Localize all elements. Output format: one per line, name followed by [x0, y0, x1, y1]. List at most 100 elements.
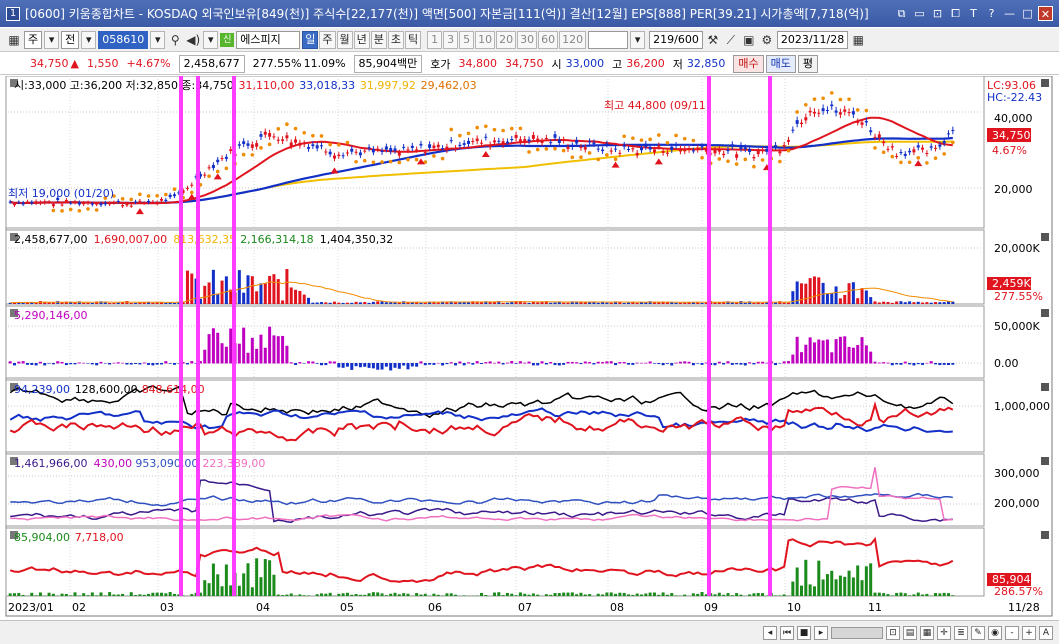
period-tab-1[interactable]: 주 — [319, 30, 336, 49]
dropdown-arrow-icon[interactable]: ▾ — [81, 30, 97, 49]
count-field[interactable]: 219/600 — [649, 30, 703, 49]
zoom-in-button[interactable]: + — [1022, 625, 1036, 640]
link-icon[interactable]: ⧉ — [894, 6, 909, 21]
maximize-icon[interactable]: □ — [1020, 6, 1035, 21]
oscillator-bar — [307, 361, 311, 364]
window-title: [0600] 키움종합차트 - KOSDAQ 외국인보유[849(천)] 주식수… — [25, 7, 869, 21]
trend-icon[interactable]: ⟋ — [723, 31, 739, 49]
amount-bar — [903, 593, 907, 596]
period-select[interactable]: 주 — [24, 30, 43, 49]
panel-close-icon[interactable] — [1041, 233, 1049, 241]
candle-body — [570, 145, 574, 147]
first-icon[interactable]: ⏮ — [780, 625, 794, 640]
chart-svg[interactable]: 2023/01 02 03 04 05 06 07 08 09 10 11 11/28 시:33,000… — [0, 76, 1059, 620]
stock-code-input[interactable]: 058610 — [98, 30, 149, 49]
sar-dot — [276, 127, 281, 131]
crosshair-icon[interactable]: ✛ — [937, 625, 951, 640]
font-T-icon[interactable]: T — [966, 6, 981, 21]
dropdown-arrow-icon[interactable]: ▾ — [203, 30, 219, 49]
candle-body — [735, 154, 739, 158]
oscillator-bar — [657, 363, 661, 365]
grid-icon[interactable]: ▦ — [920, 625, 934, 640]
amount-bar — [12, 593, 16, 596]
period-tab-0[interactable]: 일 — [302, 30, 319, 49]
panel-close-icon[interactable] — [1041, 383, 1049, 391]
tools-icon[interactable]: ⚒ — [705, 31, 721, 49]
panel-close-icon[interactable] — [1041, 309, 1049, 317]
sar-dot — [899, 160, 903, 165]
lock-icon[interactable]: ⊡ — [930, 6, 945, 21]
layout-icon[interactable]: ▤ — [903, 625, 917, 640]
dropdown-arrow-icon[interactable]: ▾ — [630, 30, 646, 49]
volume-bar — [834, 286, 838, 304]
flat-button[interactable]: 평 — [797, 54, 819, 73]
sell-button[interactable]: 매도 — [765, 54, 796, 73]
period-tab-5[interactable]: 초 — [387, 30, 404, 49]
camera-icon[interactable]: ◉ — [988, 625, 1002, 640]
restore-icon[interactable]: ⧠ — [948, 6, 963, 21]
interval-button-5[interactable]: 5 — [459, 30, 475, 49]
window-number-icon[interactable]: 1 — [6, 6, 20, 21]
buy-button[interactable]: 매수 — [733, 54, 764, 73]
candle-body — [320, 145, 324, 147]
frame-icon[interactable]: ▭ — [912, 6, 927, 21]
candle-body — [605, 143, 609, 145]
panel-close-icon[interactable] — [1041, 79, 1049, 87]
panel-close-icon[interactable] — [1041, 457, 1049, 465]
period-tab-3[interactable]: 년 — [353, 30, 370, 49]
period-tab-2[interactable]: 월 — [336, 30, 353, 49]
zoom-icon[interactable]: ⊡ — [886, 625, 900, 640]
auto-scale-button[interactable]: A — [1039, 625, 1053, 640]
save-icon[interactable]: ▣ — [741, 31, 757, 49]
date-field[interactable]: 2023/11/28 — [776, 30, 849, 49]
chart-area[interactable]: 2023/01 02 03 04 05 06 07 08 09 10 11 11/28 시:33,000… — [0, 76, 1059, 620]
oscillator-bar — [570, 361, 574, 364]
candle-body — [501, 141, 505, 145]
oscillator-bar — [134, 363, 138, 365]
tool-icon[interactable]: ✎ — [971, 625, 985, 640]
interval-button-3[interactable]: 3 — [443, 30, 459, 49]
amount-bar — [190, 594, 194, 596]
stop-icon[interactable]: ■ — [797, 625, 811, 640]
period-tab-4[interactable]: 분 — [370, 30, 387, 49]
period-tab-6[interactable]: 틱 — [405, 30, 422, 49]
oscillator-bar — [527, 361, 531, 364]
interval-button-20[interactable]: 20 — [496, 30, 517, 49]
candle-body — [804, 117, 808, 121]
close-icon[interactable]: ✕ — [1038, 6, 1053, 21]
interval-button-1[interactable]: 1 — [427, 30, 443, 49]
dropdown-arrow-icon[interactable]: ▾ — [44, 30, 60, 49]
volume-bar — [298, 290, 302, 304]
interval-button-60[interactable]: 60 — [538, 30, 559, 49]
next-icon[interactable]: ▸ — [814, 625, 828, 640]
oscillator-bar — [618, 362, 622, 364]
minimize-icon[interactable]: — — [1002, 6, 1017, 21]
interval-button-10[interactable]: 10 — [475, 30, 496, 49]
oscillator-bar — [64, 363, 68, 366]
candle-body — [592, 142, 596, 145]
speaker-icon[interactable]: ◀) — [185, 31, 201, 49]
list-icon[interactable]: ≣ — [954, 625, 968, 640]
search-icon[interactable]: ⚲ — [167, 31, 183, 49]
dropdown-arrow-icon[interactable]: ▾ — [150, 30, 166, 49]
interval-input[interactable] — [588, 30, 629, 49]
new-badge-icon[interactable]: 신 — [220, 32, 235, 47]
panel-close-icon[interactable] — [1041, 531, 1049, 539]
x-axis-label: 11/28 — [1008, 601, 1040, 614]
zoom-out-button[interactable]: - — [1005, 625, 1019, 640]
help-icon[interactable]: ? — [984, 6, 999, 21]
grid-icon[interactable]: ▦ — [6, 31, 22, 49]
scroll-left-icon[interactable]: ◂ — [763, 625, 777, 640]
sar-dot — [821, 96, 825, 101]
scrollbar-thumb[interactable] — [831, 626, 883, 639]
prev-button[interactable]: 전 — [61, 30, 80, 49]
calendar-icon[interactable]: ▦ — [850, 31, 866, 49]
interval-button-30[interactable]: 30 — [517, 30, 538, 49]
volume-bar — [670, 302, 674, 304]
oscillator-bar — [147, 363, 151, 365]
interval-button-120[interactable]: 120 — [559, 30, 587, 49]
volume-bar — [678, 302, 682, 304]
oscillator-bar — [536, 363, 540, 366]
volume-bar — [371, 301, 375, 304]
gear-icon[interactable]: ⚙ — [759, 31, 775, 49]
